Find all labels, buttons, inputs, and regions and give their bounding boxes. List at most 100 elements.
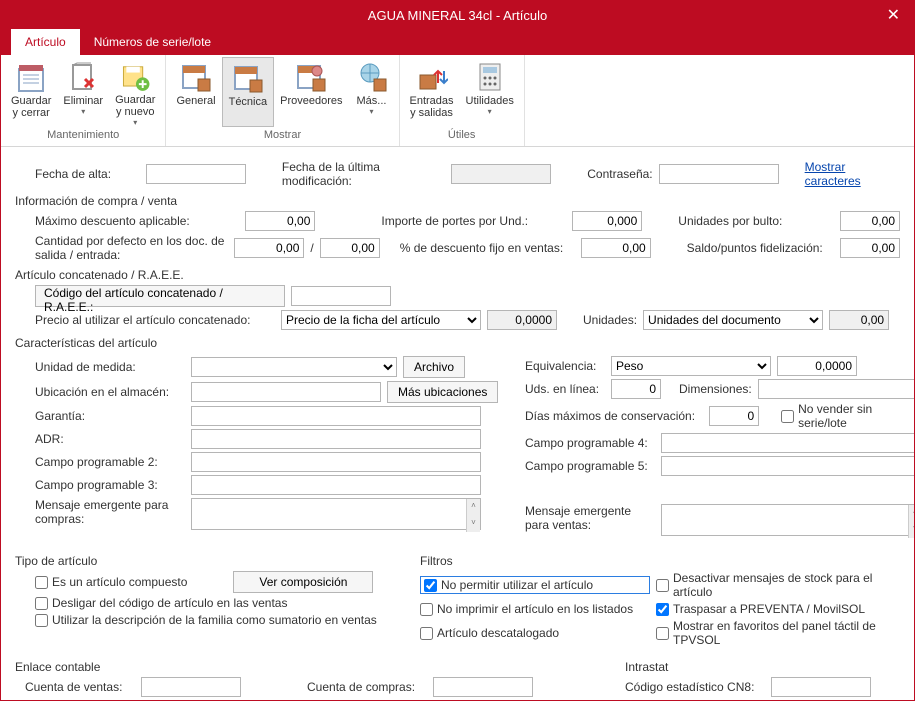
spin-up-icon[interactable]: ˄ xyxy=(466,499,480,516)
fecha-mod-label: Fecha de la última modificación: xyxy=(282,160,445,188)
show-mas-button[interactable]: Más... ▾ xyxy=(349,57,395,127)
fecha-mod-input xyxy=(451,164,551,184)
window-title: AGUA MINERAL 34cl - Artículo xyxy=(368,8,547,23)
group-mostrar-label: Mostrar xyxy=(170,127,394,143)
no-imprimir-check[interactable]: No imprimir el artículo en los listados xyxy=(420,602,650,616)
campo4-input[interactable] xyxy=(661,433,914,453)
save-close-icon xyxy=(15,61,47,93)
cn8-input[interactable] xyxy=(771,677,871,697)
concat-code-input[interactable] xyxy=(291,286,391,306)
campo3-input[interactable] xyxy=(191,475,481,495)
cant-def-entrada-input[interactable] xyxy=(320,238,380,258)
save-close-button[interactable]: Guardar y cerrar xyxy=(5,57,57,127)
campo5-input[interactable] xyxy=(661,456,914,476)
info-compra-heading: Información de compra / venta xyxy=(15,194,900,208)
dias-conserv-label: Días máximos de conservación: xyxy=(525,409,703,423)
precio-concat-value xyxy=(487,310,557,330)
show-tecnica-button[interactable]: Técnica xyxy=(222,57,275,127)
garantia-input[interactable] xyxy=(191,406,481,426)
contrasena-label: Contraseña: xyxy=(587,167,652,181)
intrastat-heading: Intrastat xyxy=(625,660,900,674)
no-permitir-check[interactable]: No permitir utilizar el artículo xyxy=(420,576,650,594)
cant-def-sep: / xyxy=(310,241,313,255)
dimensiones-input[interactable] xyxy=(758,379,914,399)
tab-series[interactable]: Números de serie/lote xyxy=(80,29,225,55)
equivalencia-value[interactable] xyxy=(777,356,857,376)
fecha-alta-input[interactable] xyxy=(146,164,246,184)
calculator-icon xyxy=(474,61,506,93)
unidades-select[interactable]: Unidades del documento xyxy=(643,310,823,330)
caract-heading: Características del artículo xyxy=(15,336,900,350)
uds-bulto-label: Unidades por bulto: xyxy=(678,214,834,228)
close-icon[interactable]: ✕ xyxy=(879,3,908,27)
chevron-down-icon: ▾ xyxy=(81,107,85,116)
cn8-label: Código estadístico CN8: xyxy=(625,680,765,694)
uds-linea-input[interactable] xyxy=(611,379,661,399)
favoritos-check[interactable]: Mostrar en favoritos del panel táctil de… xyxy=(656,619,900,647)
contrasena-input[interactable] xyxy=(659,164,779,184)
show-general-button[interactable]: General xyxy=(170,57,221,127)
saldo-fid-input[interactable] xyxy=(840,238,900,258)
card-icon xyxy=(232,62,264,94)
show-proveedores-button[interactable]: Proveedores xyxy=(274,57,348,127)
spin-down-icon[interactable]: ˅ xyxy=(466,516,480,533)
campo2-input[interactable] xyxy=(191,452,481,472)
adr-input[interactable] xyxy=(191,429,481,449)
concat-code-button[interactable]: Código del artículo concatenado / R.A.E.… xyxy=(35,285,285,307)
max-desc-input[interactable] xyxy=(245,211,315,231)
precio-concat-select[interactable]: Precio de la ficha del artículo xyxy=(281,310,481,330)
tab-articulo[interactable]: Artículo xyxy=(11,29,80,55)
equivalencia-select[interactable]: Peso xyxy=(611,356,771,376)
util-desc-fam-check[interactable]: Utilizar la descripción de la familia co… xyxy=(35,613,377,627)
msg-compras-input[interactable] xyxy=(191,498,481,530)
unidades-value xyxy=(829,310,889,330)
ubicacion-label: Ubicación en el almacén: xyxy=(35,385,185,399)
cta-compras-label: Cuenta de compras: xyxy=(307,680,427,694)
dias-conserv-input[interactable] xyxy=(709,406,759,426)
saldo-fid-label: Saldo/puntos fidelización: xyxy=(687,241,834,255)
chevron-down-icon: ▾ xyxy=(488,107,492,116)
entradas-button[interactable]: Entradas y salidas xyxy=(404,57,460,127)
concat-heading: Artículo concatenado / R.A.E.E. xyxy=(15,268,900,282)
pct-desc-input[interactable] xyxy=(581,238,651,258)
es-compuesto-check[interactable]: Es un artículo compuesto xyxy=(35,575,187,589)
no-vender-sin-check[interactable]: No vender sin serie/lote xyxy=(781,402,914,430)
ubicacion-input[interactable] xyxy=(191,382,381,402)
tipo-heading: Tipo de artículo xyxy=(15,554,400,568)
group-mantenimiento-label: Mantenimiento xyxy=(5,127,161,143)
archivo-button[interactable]: Archivo xyxy=(403,356,465,378)
chevron-down-icon: ▾ xyxy=(369,107,373,116)
ver-composicion-button[interactable]: Ver composición xyxy=(233,571,373,593)
cant-def-salida-input[interactable] xyxy=(234,238,304,258)
msg-ventas-input[interactable] xyxy=(661,504,914,536)
uds-bulto-input[interactable] xyxy=(840,211,900,231)
chevron-down-icon: ▾ xyxy=(133,118,137,127)
desact-stock-check[interactable]: Desactivar mensajes de stock para el art… xyxy=(656,571,900,599)
save-new-button[interactable]: Guardar y nuevo ▾ xyxy=(109,57,161,127)
desligar-check[interactable]: Desligar del código de artículo en las v… xyxy=(35,596,287,610)
save-new-icon xyxy=(119,61,151,92)
max-desc-label: Máximo descuento aplicable: xyxy=(35,214,239,228)
traspasar-check[interactable]: Traspasar a PREVENTA / MovilSOL xyxy=(656,602,865,616)
ribbon: Guardar y cerrar Eliminar ▾ Guardar y nu… xyxy=(1,55,914,147)
ud-medida-select[interactable] xyxy=(191,357,397,377)
fecha-alta-label: Fecha de alta: xyxy=(35,167,140,181)
garantia-label: Garantía: xyxy=(35,409,185,423)
dimensiones-label: Dimensiones: xyxy=(679,382,752,396)
unidades-label: Unidades: xyxy=(583,313,637,327)
mas-ubicaciones-button[interactable]: Más ubicaciones xyxy=(387,381,498,403)
inout-icon xyxy=(416,61,448,93)
spin-up-icon[interactable]: ˄ xyxy=(908,505,914,522)
spin-down-icon[interactable]: ˅ xyxy=(908,522,914,539)
card-person-icon xyxy=(295,61,327,93)
importe-portes-label: Importe de portes por Und.: xyxy=(381,214,566,228)
globe-box-icon xyxy=(356,61,388,93)
utilidades-button[interactable]: Utilidades ▾ xyxy=(460,57,520,127)
delete-button[interactable]: Eliminar ▾ xyxy=(57,57,109,127)
card-icon xyxy=(180,61,212,93)
descatalogado-check[interactable]: Artículo descatalogado xyxy=(420,626,650,640)
importe-portes-input[interactable] xyxy=(572,211,642,231)
cta-compras-input[interactable] xyxy=(433,677,533,697)
cta-ventas-input[interactable] xyxy=(141,677,241,697)
mostrar-caracteres-link[interactable]: Mostrar caracteres xyxy=(805,160,900,188)
